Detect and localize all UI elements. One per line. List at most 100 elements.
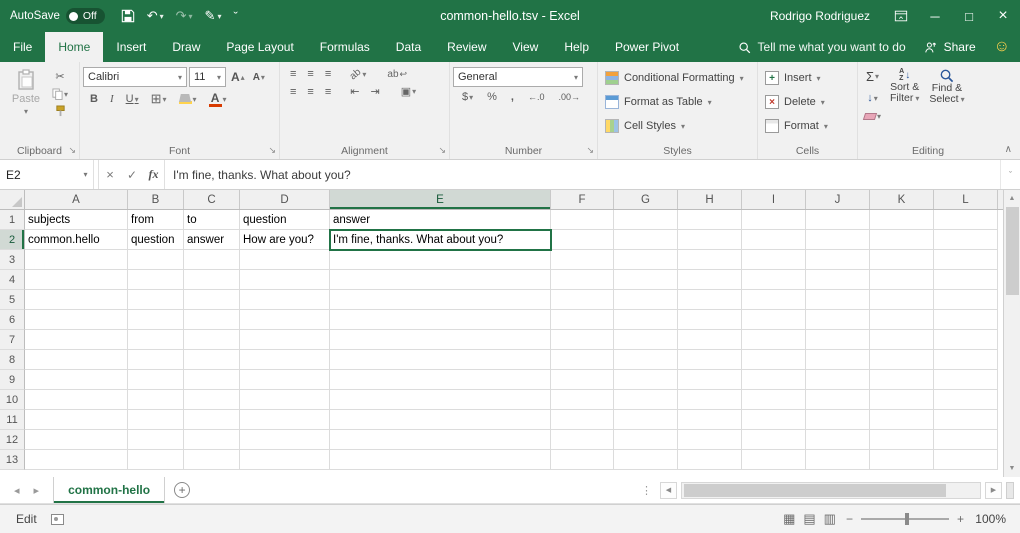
orientation-button[interactable]: ab▾ xyxy=(347,68,369,81)
column-header-G[interactable]: G xyxy=(614,190,678,209)
row-header-2[interactable]: 2 xyxy=(0,230,25,250)
customize-qat-button[interactable]: ˇ xyxy=(233,9,237,24)
user-name[interactable]: Rodrigo Rodriguez xyxy=(770,9,870,23)
cell-F8[interactable] xyxy=(551,350,614,370)
cell-G5[interactable] xyxy=(614,290,678,310)
touch-mouse-mode-button[interactable]: ✎▾ xyxy=(205,8,222,24)
sort-filter-button[interactable]: AZ ↓ Sort & Filter▾ xyxy=(886,65,923,122)
cell-C2[interactable]: answer xyxy=(184,230,240,250)
cell-J5[interactable] xyxy=(806,290,870,310)
sheet-tab-common-hello[interactable]: common-hello xyxy=(53,477,165,503)
cell-A8[interactable] xyxy=(25,350,128,370)
cell-D13[interactable] xyxy=(240,450,330,470)
previous-sheet-button[interactable]: ◂ xyxy=(14,484,20,497)
autosave-switch[interactable]: Off xyxy=(66,8,105,24)
cell-H10[interactable] xyxy=(678,390,742,410)
underline-dropdown[interactable]: ▾ xyxy=(135,95,139,104)
row-header-10[interactable]: 10 xyxy=(0,390,25,410)
cell-G11[interactable] xyxy=(614,410,678,430)
cell-L4[interactable] xyxy=(934,270,998,290)
column-header-H[interactable]: H xyxy=(678,190,742,209)
cell-D12[interactable] xyxy=(240,430,330,450)
cell-C5[interactable] xyxy=(184,290,240,310)
cell-A6[interactable] xyxy=(25,310,128,330)
cell-F6[interactable] xyxy=(551,310,614,330)
cell-L7[interactable] xyxy=(934,330,998,350)
sheet-resize-handle-icon[interactable]: ⋮ xyxy=(637,484,656,497)
cell-A5[interactable] xyxy=(25,290,128,310)
bottom-align-button[interactable]: ≡ xyxy=(322,67,334,81)
cell-J13[interactable] xyxy=(806,450,870,470)
ribbon-display-options-button[interactable] xyxy=(884,0,918,32)
autosave-toggle[interactable]: AutoSave Off xyxy=(10,8,105,24)
conditional-formatting-dropdown[interactable]: ▾ xyxy=(740,74,744,83)
format-as-table-dropdown[interactable]: ▾ xyxy=(708,98,712,107)
cell-H3[interactable] xyxy=(678,250,742,270)
column-header-C[interactable]: C xyxy=(184,190,240,209)
cell-L12[interactable] xyxy=(934,430,998,450)
font-name-combo[interactable]: Calibri▾ xyxy=(83,67,187,87)
tab-data[interactable]: Data xyxy=(383,32,434,62)
middle-align-button[interactable]: ≡ xyxy=(304,67,316,81)
accounting-dropdown[interactable]: ▾ xyxy=(469,93,473,102)
row-header-12[interactable]: 12 xyxy=(0,430,25,450)
cell-C13[interactable] xyxy=(184,450,240,470)
horizontal-split-handle[interactable] xyxy=(1006,482,1014,499)
cell-J8[interactable] xyxy=(806,350,870,370)
cell-B11[interactable] xyxy=(128,410,184,430)
row-header-7[interactable]: 7 xyxy=(0,330,25,350)
share-button[interactable]: Share xyxy=(924,40,976,54)
cell-H7[interactable] xyxy=(678,330,742,350)
cell-D10[interactable] xyxy=(240,390,330,410)
cell-G1[interactable] xyxy=(614,210,678,230)
borders-dropdown[interactable]: ▾ xyxy=(163,95,167,104)
cell-E1[interactable]: answer xyxy=(330,210,551,230)
row-header-11[interactable]: 11 xyxy=(0,410,25,430)
clear-button[interactable]: ▾ xyxy=(861,111,884,122)
copy-dropdown[interactable]: ▾ xyxy=(64,90,68,99)
horizontal-scrollbar-thumb[interactable] xyxy=(684,484,946,497)
cell-K10[interactable] xyxy=(870,390,934,410)
cell-J1[interactable] xyxy=(806,210,870,230)
cell-B13[interactable] xyxy=(128,450,184,470)
zoom-percentage[interactable]: 100% xyxy=(972,512,1006,526)
cell-L1[interactable] xyxy=(934,210,998,230)
cell-B9[interactable] xyxy=(128,370,184,390)
tab-help[interactable]: Help xyxy=(551,32,602,62)
tab-power-pivot[interactable]: Power Pivot xyxy=(602,32,692,62)
cell-J11[interactable] xyxy=(806,410,870,430)
font-color-dropdown[interactable]: ▾ xyxy=(223,95,227,104)
vertical-scrollbar[interactable]: ▲ ▼ xyxy=(1003,190,1020,477)
cell-H8[interactable] xyxy=(678,350,742,370)
cell-B3[interactable] xyxy=(128,250,184,270)
cut-button[interactable]: ✂ xyxy=(49,69,71,84)
cell-I4[interactable] xyxy=(742,270,806,290)
cell-F7[interactable] xyxy=(551,330,614,350)
cell-E5[interactable] xyxy=(330,290,551,310)
tab-formulas[interactable]: Formulas xyxy=(307,32,383,62)
cell-F5[interactable] xyxy=(551,290,614,310)
cell-L9[interactable] xyxy=(934,370,998,390)
cell-I1[interactable] xyxy=(742,210,806,230)
name-box[interactable]: E2 xyxy=(0,160,78,189)
tab-draw[interactable]: Draw xyxy=(159,32,213,62)
cell-G2[interactable] xyxy=(614,230,678,250)
cell-styles-dropdown[interactable]: ▾ xyxy=(681,122,685,131)
cell-G8[interactable] xyxy=(614,350,678,370)
cell-B10[interactable] xyxy=(128,390,184,410)
cell-L3[interactable] xyxy=(934,250,998,270)
cell-D3[interactable] xyxy=(240,250,330,270)
cell-I11[interactable] xyxy=(742,410,806,430)
cell-J3[interactable] xyxy=(806,250,870,270)
select-all-button[interactable] xyxy=(0,190,25,209)
cell-B6[interactable] xyxy=(128,310,184,330)
cell-E13[interactable] xyxy=(330,450,551,470)
tab-insert[interactable]: Insert xyxy=(103,32,159,62)
scroll-left-button[interactable]: ◀ xyxy=(660,482,677,499)
cancel-button[interactable]: × xyxy=(99,160,121,189)
cell-L5[interactable] xyxy=(934,290,998,310)
close-button[interactable]: × xyxy=(986,0,1020,32)
cell-F2[interactable] xyxy=(551,230,614,250)
cell-H11[interactable] xyxy=(678,410,742,430)
delete-dropdown[interactable]: ▾ xyxy=(821,98,825,107)
